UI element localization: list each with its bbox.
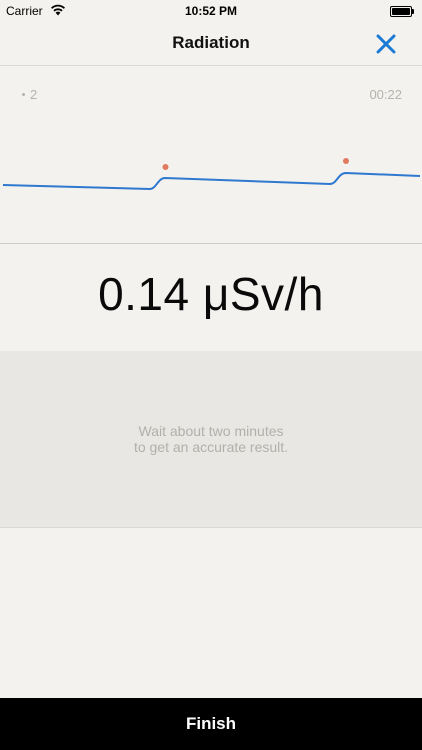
hint-line-2: to get an accurate result.: [133, 439, 289, 455]
measurement-chart: 2 00:22: [0, 67, 422, 244]
bullet-dot: [22, 93, 25, 97]
chart-series-line: [2, 171, 421, 191]
navigation-bar: Radiation: [0, 22, 422, 66]
radiation-screen: Carrier 10:52 PM Radiation 2 00:22 0.14 …: [0, 0, 422, 750]
hint-line-1: Wait about two minutes: [138, 423, 284, 439]
hint-panel: Wait about two minutes to get an accurat…: [0, 351, 422, 528]
reading-panel: 0.14 μSv/h: [0, 245, 422, 351]
chart-marker: [343, 158, 349, 164]
measurement-count-value: 2: [30, 87, 38, 102]
hint-text: Wait about two minutes to get an accurat…: [0, 423, 422, 455]
finish-button[interactable]: Finish: [0, 698, 422, 750]
chart-marker: [162, 164, 169, 170]
elapsed-time: 00:22: [369, 87, 402, 102]
battery-icon: [390, 6, 415, 17]
page-title: Radiation: [172, 33, 250, 52]
measurement-count: 2: [22, 87, 37, 102]
status-time: 10:52 PM: [184, 4, 238, 18]
radiation-reading: 0.14 μSv/h: [98, 268, 324, 320]
close-icon[interactable]: [374, 32, 398, 56]
status-bar: Carrier 10:52 PM: [0, 0, 422, 22]
chart-plot: [2, 158, 421, 191]
